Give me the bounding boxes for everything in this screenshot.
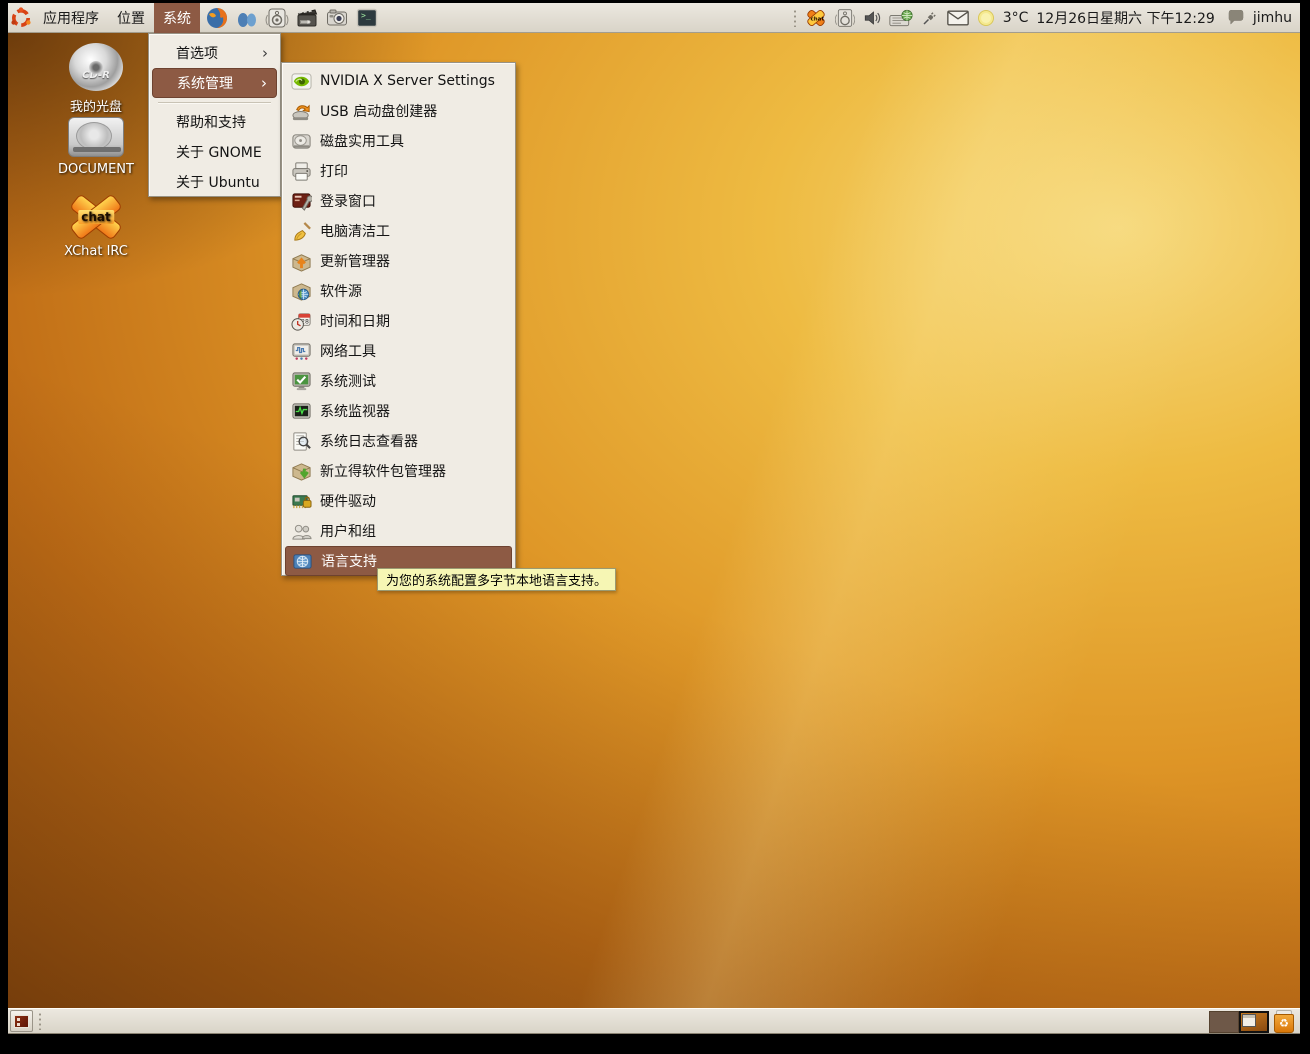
- log-viewer-icon: [291, 431, 312, 452]
- video-editor-icon[interactable]: [294, 5, 320, 31]
- menu-item-usb-creator[interactable]: USB 启动盘创建器: [285, 96, 512, 126]
- menu-item-software-sources[interactable]: 软件源: [285, 276, 512, 306]
- plug-icon[interactable]: [921, 9, 939, 27]
- audio-player-icon[interactable]: [264, 5, 290, 31]
- launcher-bar: >_: [204, 5, 380, 31]
- show-desktop-button[interactable]: [10, 1010, 33, 1032]
- menu-item-printing[interactable]: 打印: [285, 156, 512, 186]
- mail-envelope-icon[interactable]: [947, 10, 969, 26]
- hardware-drivers-icon: [291, 491, 312, 512]
- firefox-icon[interactable]: [204, 5, 230, 31]
- desktop-icon-my-disc[interactable]: CD-R 我的光盘: [50, 43, 142, 115]
- desktop-icon-label: DOCUMENT: [50, 162, 142, 177]
- menu-item-administration[interactable]: 系统管理 ›: [152, 68, 277, 98]
- terminal-icon[interactable]: >_: [354, 5, 380, 31]
- cdrom-icon: CD-R: [69, 43, 123, 91]
- menu-item-time-date[interactable]: 28 时间和日期: [285, 306, 512, 336]
- tooltip: 为您的系统配置多字节本地语言支持。: [377, 568, 616, 591]
- menu-separator: [158, 102, 271, 103]
- software-sources-icon: [291, 281, 312, 302]
- weather-temperature[interactable]: 3°C: [1003, 10, 1029, 26]
- submenu-arrow-icon: ›: [261, 74, 267, 92]
- menu-item-users-groups[interactable]: 用户和组: [285, 516, 512, 546]
- menu-item-disk-utility[interactable]: 磁盘实用工具: [285, 126, 512, 156]
- svg-text:chat: chat: [810, 16, 824, 22]
- login-window-icon: [291, 191, 312, 212]
- users-groups-icon: [291, 521, 312, 542]
- printer-icon: [291, 161, 312, 182]
- svg-text:>_: >_: [361, 11, 371, 20]
- workspace-switcher: [1209, 1011, 1269, 1033]
- menu-places[interactable]: 位置: [108, 3, 154, 33]
- menu-item-network-tools[interactable]: 网络工具: [285, 336, 512, 366]
- speaker-box-icon[interactable]: [835, 8, 855, 28]
- desktop-icon-label: XChat IRC: [50, 244, 142, 259]
- desktop-icon-label: 我的光盘: [50, 96, 142, 115]
- menu-item-preferences[interactable]: 首选项 ›: [152, 38, 277, 68]
- clock-date[interactable]: 12月26日星期六 下午12:29: [1036, 8, 1214, 28]
- menu-item-system-monitor[interactable]: 系统监视器: [285, 396, 512, 426]
- volume-icon[interactable]: [863, 9, 881, 27]
- weather-sun-icon[interactable]: [977, 9, 995, 27]
- menu-item-nvidia-settings[interactable]: NVIDIA X Server Settings: [285, 66, 512, 96]
- menu-item-about-ubuntu[interactable]: 关于 Ubuntu: [152, 167, 277, 197]
- messenger-icon[interactable]: [234, 5, 260, 31]
- harddisk-icon: [68, 117, 124, 157]
- bottom-panel: ♻: [8, 1008, 1300, 1034]
- disk-utility-icon: [291, 131, 312, 152]
- system-monitor-icon: [291, 401, 312, 422]
- cd-badge: CD-R: [69, 70, 123, 81]
- system-tray: chat: [793, 3, 1292, 33]
- update-manager-icon: [291, 251, 312, 272]
- desktop-screen: 应用程序 位置 系统: [8, 3, 1300, 1034]
- username[interactable]: jimhu: [1253, 10, 1292, 26]
- chat-bubble-icon[interactable]: [1227, 10, 1245, 26]
- language-support-icon: [292, 551, 313, 572]
- network-tools-icon: [291, 341, 312, 362]
- system-menu: 首选项 › 系统管理 › 帮助和支持 关于 GNOME 关于 Ubuntu: [148, 33, 281, 197]
- menu-item-log-viewer[interactable]: 系统日志查看器: [285, 426, 512, 456]
- xchat-icon: chat: [70, 195, 122, 239]
- show-desktop-icon: [14, 1015, 29, 1028]
- submenu-arrow-icon: ›: [262, 44, 268, 62]
- tray-handle[interactable]: [793, 9, 797, 27]
- menu-item-login-window[interactable]: 登录窗口: [285, 186, 512, 216]
- menu-item-synaptic[interactable]: 新立得软件包管理器: [285, 456, 512, 486]
- nvidia-icon: [291, 71, 312, 92]
- menu-applications[interactable]: 应用程序: [34, 3, 108, 33]
- menu-system[interactable]: 系统: [154, 3, 200, 33]
- xchat-badge: chat: [78, 210, 114, 224]
- synaptic-icon: [291, 461, 312, 482]
- top-panel: 应用程序 位置 系统: [8, 3, 1300, 33]
- ubuntu-logo-icon[interactable]: [8, 5, 34, 31]
- keyboard-globe-icon[interactable]: [889, 8, 913, 28]
- window-list-handle[interactable]: [38, 1012, 42, 1030]
- workspace-1[interactable]: [1209, 1011, 1239, 1033]
- workspace-2[interactable]: [1239, 1011, 1269, 1033]
- usb-creator-icon: [291, 101, 312, 122]
- menu-item-computer-janitor[interactable]: 电脑清洁工: [285, 216, 512, 246]
- system-testing-icon: [291, 371, 312, 392]
- desktop-icon-xchat[interactable]: chat XChat IRC: [50, 195, 142, 259]
- trash-icon[interactable]: ♻: [1272, 1010, 1296, 1034]
- menu-item-about-gnome[interactable]: 关于 GNOME: [152, 137, 277, 167]
- camera-icon[interactable]: [324, 5, 350, 31]
- janitor-broom-icon: [291, 221, 312, 242]
- menu-item-system-testing[interactable]: 系统测试: [285, 366, 512, 396]
- desktop-icon-document[interactable]: DOCUMENT: [50, 117, 142, 177]
- administration-submenu: NVIDIA X Server Settings USB 启动盘创建器 磁盘实用…: [281, 62, 516, 576]
- time-date-icon: 28: [291, 311, 312, 332]
- menu-item-help[interactable]: 帮助和支持: [152, 107, 277, 137]
- menu-item-hardware-drivers[interactable]: 硬件驱动: [285, 486, 512, 516]
- xchat-tray-icon[interactable]: chat: [805, 7, 827, 29]
- menu-item-update-manager[interactable]: 更新管理器: [285, 246, 512, 276]
